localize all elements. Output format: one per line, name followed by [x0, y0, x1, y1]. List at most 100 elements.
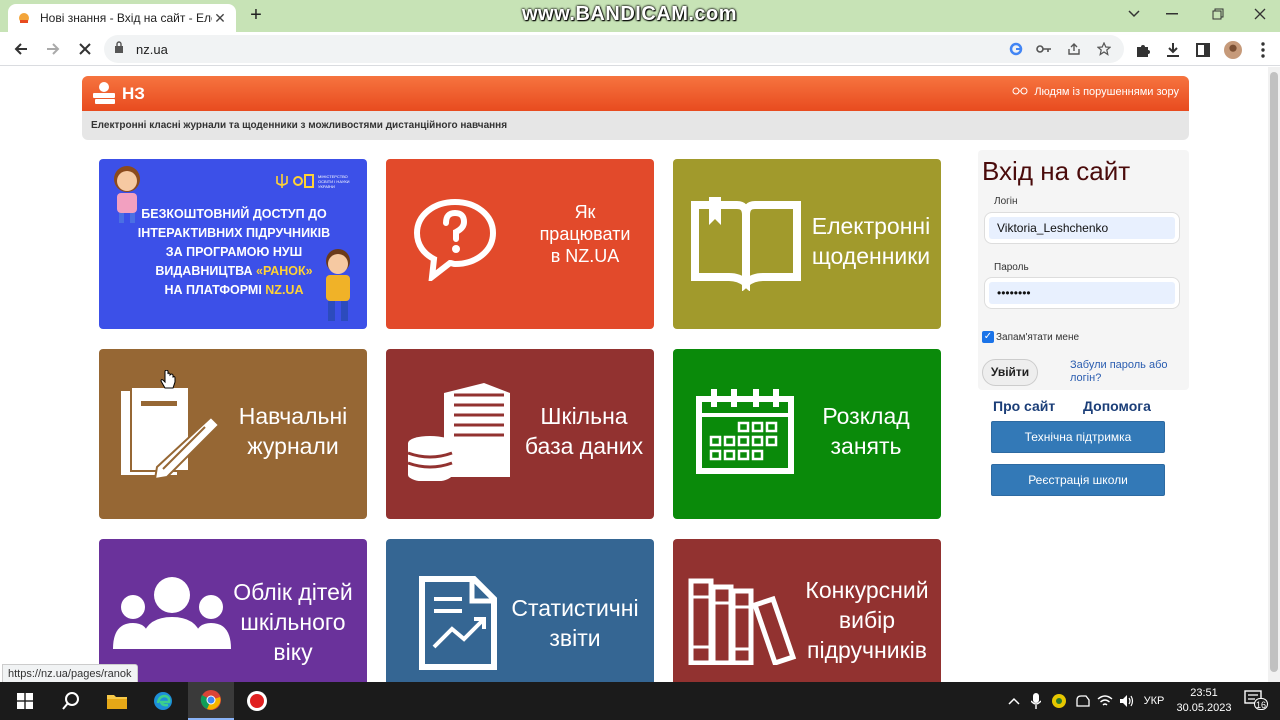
- bookshelf-icon: [688, 578, 797, 665]
- close-window-icon[interactable]: [1238, 0, 1280, 28]
- extensions-puzzle-icon[interactable]: [1134, 41, 1152, 59]
- promo-line-prefix: ВИДАВНИЦТВА: [155, 264, 257, 278]
- onedrive-icon[interactable]: [1074, 692, 1092, 710]
- login-value: Viktoria_Leshchenko: [989, 217, 1175, 239]
- promo-highlight: NZ.UA: [265, 283, 304, 297]
- password-field[interactable]: ••••••••: [984, 277, 1180, 309]
- tile-label-line: віку: [273, 639, 313, 665]
- edge-browser-icon[interactable]: [140, 682, 186, 720]
- tile-label-line: щоденники: [811, 243, 931, 269]
- low-vision-link[interactable]: Людям із порушеннями зору: [1012, 86, 1179, 98]
- help-link[interactable]: Допомога: [1083, 398, 1151, 414]
- recording-watermark: www.BANDICAM.com: [522, 3, 738, 25]
- status-bar-url: https://nz.ua/pages/ranok: [2, 664, 138, 684]
- login-title: Вхід на сайт: [982, 156, 1131, 186]
- site-logo[interactable]: НЗ: [90, 79, 145, 109]
- search-icon[interactable]: [48, 682, 94, 720]
- tile-statistical-reports[interactable]: Статистичні звіти: [386, 539, 654, 682]
- url-text: nz.ua: [136, 41, 168, 57]
- microphone-icon[interactable]: [1028, 692, 1044, 710]
- scrollbar-thumb[interactable]: [1270, 72, 1278, 672]
- tray-chevron-icon[interactable]: [1006, 692, 1022, 710]
- tile-label-line: занять: [830, 433, 902, 459]
- tab-close-icon[interactable]: ✕: [212, 10, 228, 27]
- glasses-icon: [1012, 86, 1028, 98]
- notification-count: 16: [1254, 698, 1268, 710]
- tile-textbook-selection[interactable]: Конкурсний вибір підручників: [673, 539, 941, 682]
- app-tray-icon[interactable]: [1050, 692, 1068, 710]
- address-bar[interactable]: nz.ua: [104, 35, 1124, 63]
- tile-label-line: база даних: [524, 433, 644, 459]
- tile-label-line: Електронні: [811, 213, 931, 239]
- tile-class-journals[interactable]: Навчальні журнали: [99, 349, 367, 519]
- key-icon[interactable]: [1036, 41, 1052, 57]
- low-vision-label: Людям із порушеннями зору: [1034, 86, 1179, 98]
- login-button[interactable]: Увійти: [982, 359, 1038, 386]
- back-arrow-icon[interactable]: [8, 37, 34, 61]
- ministry-logo: МІНІСТЕРСТВО ОСВІТИ І НАУКИ УКРАЇНИ: [275, 173, 358, 189]
- lock-icon[interactable]: [114, 40, 124, 58]
- remember-checkbox[interactable]: ✓: [982, 331, 994, 343]
- windows-start-icon[interactable]: [2, 682, 48, 720]
- promo-banner-ranok[interactable]: МІНІСТЕРСТВО ОСВІТИ І НАУКИ УКРАЇНИ БЕЗК…: [99, 159, 367, 329]
- tile-how-to-work[interactable]: Як працювати в NZ.UA: [386, 159, 654, 329]
- people-group-icon: [113, 577, 231, 649]
- tile-children-accounting[interactable]: Облік дітей шкільного віку: [99, 539, 367, 682]
- tech-support-button[interactable]: Технічна підтримка: [991, 421, 1165, 453]
- tile-school-database[interactable]: Шкільна база даних: [386, 349, 654, 519]
- mon-emblem-icon: [293, 173, 315, 189]
- tile-label-line: журнали: [247, 433, 339, 459]
- site-tagline: Електронні класні журнали та щоденники з…: [91, 120, 508, 131]
- trident-icon: [276, 174, 288, 188]
- tile-label-line: Облік дітей: [233, 579, 353, 605]
- tile-e-diaries[interactable]: Електронні щоденники: [673, 159, 941, 329]
- stop-loading-icon[interactable]: [72, 37, 98, 61]
- notification-center-icon[interactable]: 16: [1244, 690, 1268, 712]
- tile-label-line: працювати: [539, 224, 631, 244]
- side-panel-icon[interactable]: [1194, 41, 1212, 59]
- profile-avatar-icon[interactable]: [1224, 41, 1242, 59]
- tile-label-line: Розклад: [822, 403, 910, 429]
- tile-label-line: Статистичні: [511, 595, 639, 621]
- site-header: НЗ Людям із порушеннями зору Електронні …: [82, 76, 1189, 140]
- school-registration-button[interactable]: Реєстрація школи: [991, 464, 1165, 496]
- browser-menu-icon[interactable]: [1254, 41, 1272, 59]
- tile-schedule[interactable]: Розклад занять: [673, 349, 941, 519]
- windows-taskbar: УКР 23:51 30.05.2023 16: [0, 682, 1280, 720]
- new-tab-button[interactable]: +: [244, 4, 268, 28]
- file-explorer-icon[interactable]: [94, 682, 140, 720]
- password-label: Пароль: [994, 262, 1029, 273]
- taskbar-clock[interactable]: 23:51 30.05.2023: [1172, 686, 1236, 716]
- promo-line: ВИДАВНИЦТВА «РАНОК»: [119, 262, 349, 281]
- about-site-link[interactable]: Про сайт: [993, 398, 1055, 414]
- tile-label-line: вибір: [838, 607, 896, 633]
- restore-icon[interactable]: [1196, 0, 1240, 28]
- volume-icon[interactable]: [1118, 692, 1136, 710]
- wifi-icon[interactable]: [1096, 692, 1114, 710]
- chrome-browser-icon[interactable]: [188, 682, 234, 720]
- tile-label-line: підручників: [807, 637, 927, 663]
- bandicam-record-icon[interactable]: [234, 682, 280, 720]
- minimize-icon[interactable]: [1150, 0, 1194, 28]
- tile-label-line: шкільного: [240, 609, 346, 635]
- browser-tab[interactable]: Нові знання - Вхід на сайт - Еле ✕: [8, 4, 236, 32]
- forward-arrow-icon[interactable]: [40, 37, 66, 61]
- forgot-password-link[interactable]: Забули пароль або логін?: [1070, 359, 1182, 385]
- promo-line: НА ПЛАТФОРМІ NZ.UA: [119, 281, 349, 300]
- question-bubble-icon: [413, 198, 497, 281]
- tile-label: Облік дітей шкільного віку: [225, 577, 361, 667]
- login-label: Логін: [994, 196, 1018, 207]
- login-panel: Вхід на сайт Логін Viktoria_Leshchenko П…: [978, 150, 1189, 390]
- share-icon[interactable]: [1066, 41, 1082, 57]
- tile-label-line: в NZ.UA: [550, 246, 620, 266]
- books-logo-icon: [93, 82, 115, 104]
- promo-line: ІНТЕРАКТИВНИХ ПІДРУЧНИКІВ: [137, 226, 331, 240]
- bookmark-star-icon[interactable]: [1096, 41, 1112, 57]
- login-field[interactable]: Viktoria_Leshchenko: [984, 212, 1180, 244]
- promo-line-prefix: НА ПЛАТФОРМІ: [164, 283, 266, 297]
- language-indicator[interactable]: УКР: [1140, 692, 1168, 710]
- download-icon[interactable]: [1164, 41, 1182, 59]
- google-icon[interactable]: [1008, 41, 1024, 57]
- remember-me[interactable]: ✓ Запам'ятати мене: [982, 331, 1079, 343]
- tile-label: Як працювати в NZ.UA: [516, 201, 654, 267]
